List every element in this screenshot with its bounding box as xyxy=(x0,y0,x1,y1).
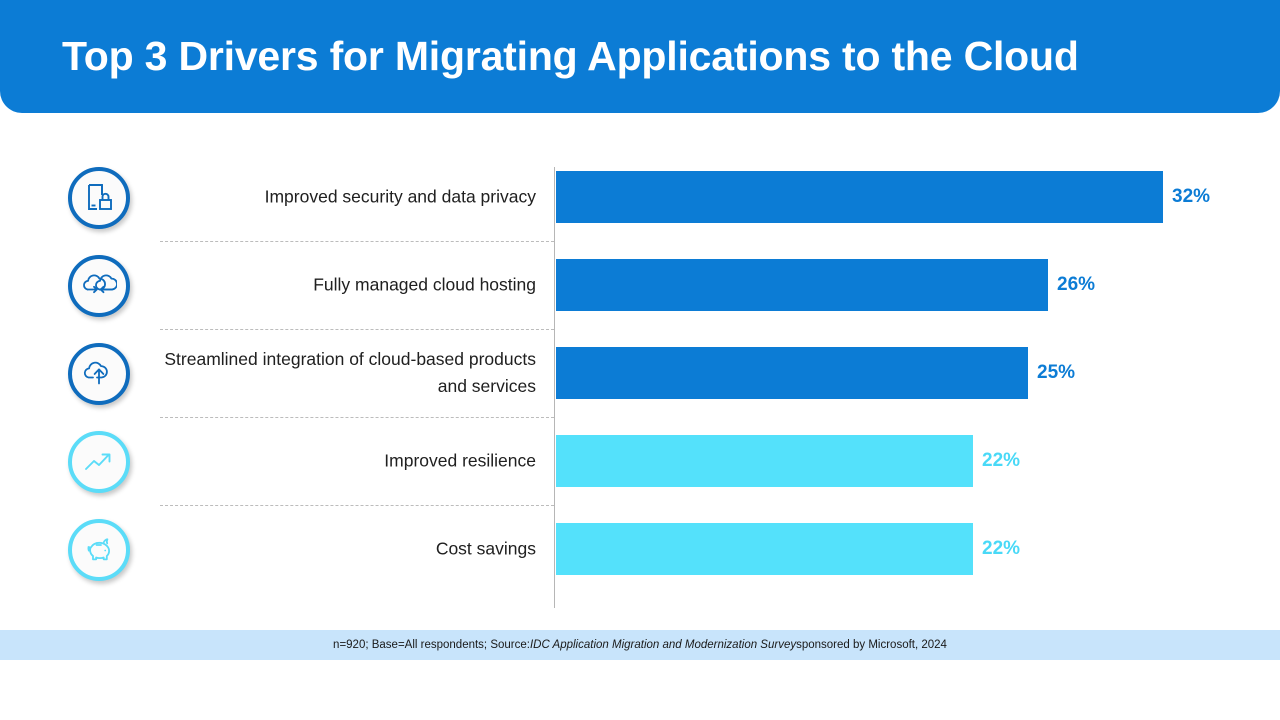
row-icon-wrapper xyxy=(68,255,130,317)
source-note: n=920; Base=All respondents; Source: IDC… xyxy=(0,630,1280,660)
row-separator xyxy=(160,417,554,418)
page-title: Top 3 Drivers for Migrating Applications… xyxy=(62,33,1079,79)
chart-row: Streamlined integration of cloud-based p… xyxy=(0,329,1280,417)
document-lock-icon xyxy=(68,167,130,229)
bar-value-label: 22% xyxy=(982,450,1021,471)
bar-segment xyxy=(556,523,973,575)
bar-chart: Improved security and data privacy 32% F… xyxy=(0,113,1280,625)
bar-value-label: 26% xyxy=(1057,274,1096,295)
row-icon-wrapper xyxy=(68,343,130,405)
source-note-suffix: sponsored by Microsoft, 2024 xyxy=(796,639,947,651)
cloud-upload-icon xyxy=(68,343,130,405)
chart-row: Improved resilience 22% xyxy=(0,417,1280,505)
row-icon-wrapper xyxy=(68,431,130,493)
source-note-prefix: n=920; Base=All respondents; Source: xyxy=(333,639,530,651)
source-note-title: IDC Application Migration and Modernizat… xyxy=(529,639,797,651)
bar-segment xyxy=(556,347,1028,399)
chart-row: Cost savings 22% xyxy=(0,505,1280,593)
bar-segment xyxy=(556,259,1048,311)
footer-band: n=920; Base=All respondents; Source: IDC… xyxy=(0,630,1280,660)
row-separator xyxy=(160,241,554,242)
bar-segment xyxy=(556,435,973,487)
row-label: Improved resilience xyxy=(384,450,536,471)
piggy-bank-icon xyxy=(68,519,130,581)
bar-segment xyxy=(556,171,1163,223)
row-icon-wrapper xyxy=(68,519,130,581)
row-label: Cost savings xyxy=(435,538,536,559)
row-icon-wrapper xyxy=(68,167,130,229)
row-label: Improved security and data privacy xyxy=(264,186,536,207)
bar-value-label: 32% xyxy=(1172,186,1211,207)
row-separator xyxy=(160,505,554,506)
chart-row: Improved security and data privacy 32% xyxy=(0,153,1280,241)
trending-up-icon xyxy=(68,431,130,493)
row-label: Streamlined integration of cloud-based p… xyxy=(164,349,536,396)
bar-value-label: 25% xyxy=(1037,362,1076,383)
bar-value-label: 22% xyxy=(982,538,1021,559)
row-label: Fully managed cloud hosting xyxy=(313,274,536,295)
row-separator xyxy=(160,329,554,330)
chart-row: Fully managed cloud hosting 26% xyxy=(0,241,1280,329)
header-banner: Top 3 Drivers for Migrating Applications… xyxy=(0,0,1280,113)
cloud-sync-icon xyxy=(68,255,130,317)
